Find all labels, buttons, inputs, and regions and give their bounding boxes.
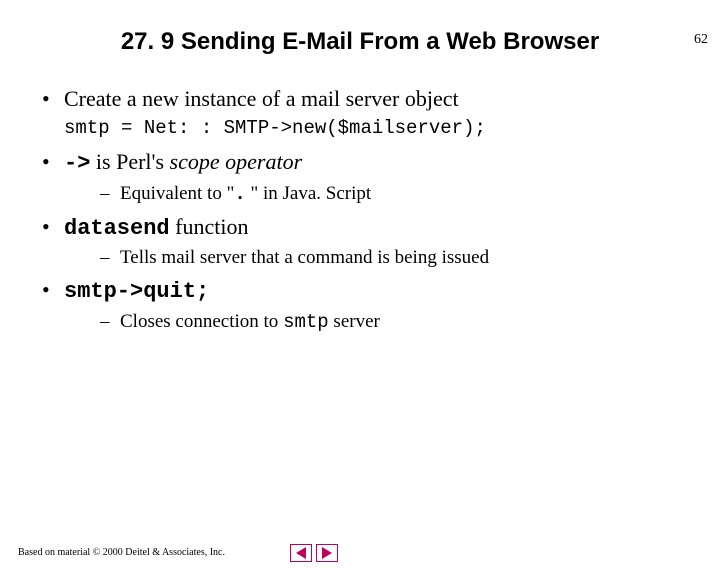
bullet-2-sub-pre: Equivalent to " xyxy=(120,183,234,204)
bullet-4-code: smtp->quit; xyxy=(64,279,209,304)
slide-title: 27. 9 Sending E-Mail From a Web Browser xyxy=(0,28,720,56)
bullet-3-code: datasend xyxy=(64,216,170,241)
next-button[interactable] xyxy=(316,544,338,562)
bullet-3-sub: Tells mail server that a command is bein… xyxy=(64,245,690,271)
bullet-4-sub-post: server xyxy=(329,311,380,332)
bullet-4: smtp->quit; Closes connection to smtp se… xyxy=(30,275,690,335)
bullet-4-sub-pre: Closes connection to xyxy=(120,311,283,332)
prev-button[interactable] xyxy=(290,544,312,562)
bullet-2-sub-code: . xyxy=(234,183,245,205)
nav-buttons xyxy=(290,544,338,562)
slide: 62 27. 9 Sending E-Mail From a Web Brows… xyxy=(0,28,720,568)
bullet-1: Create a new instance of a mail server o… xyxy=(30,84,690,114)
bullet-2-mid: is Perl's xyxy=(90,149,169,174)
bullet-1-text: Create a new instance of a mail server o… xyxy=(64,86,459,111)
bullet-2-code: -> xyxy=(64,151,90,176)
bullet-4-sub: Closes connection to smtp server xyxy=(64,309,690,336)
bullet-2: -> is Perl's scope operator Equivalent t… xyxy=(30,147,690,207)
arrow-left-icon xyxy=(296,547,306,559)
page-number: 62 xyxy=(694,32,708,48)
bullet-3: datasend function Tells mail server that… xyxy=(30,212,690,271)
bullet-2-sub-post: " in Java. Script xyxy=(246,183,371,204)
footer-text: Based on material © 2000 Deitel & Associ… xyxy=(18,547,225,558)
bullet-2-italic: scope operator xyxy=(170,149,303,174)
bullet-3-text: function xyxy=(170,214,249,239)
bullet-4-sub-code: smtp xyxy=(283,311,329,333)
code-line-1: smtp = Net: : SMTP->new($mailserver); xyxy=(30,116,690,142)
slide-content: Create a new instance of a mail server o… xyxy=(0,84,720,335)
arrow-right-icon xyxy=(322,547,332,559)
bullet-2-sub: Equivalent to ". " in Java. Script xyxy=(64,181,690,208)
